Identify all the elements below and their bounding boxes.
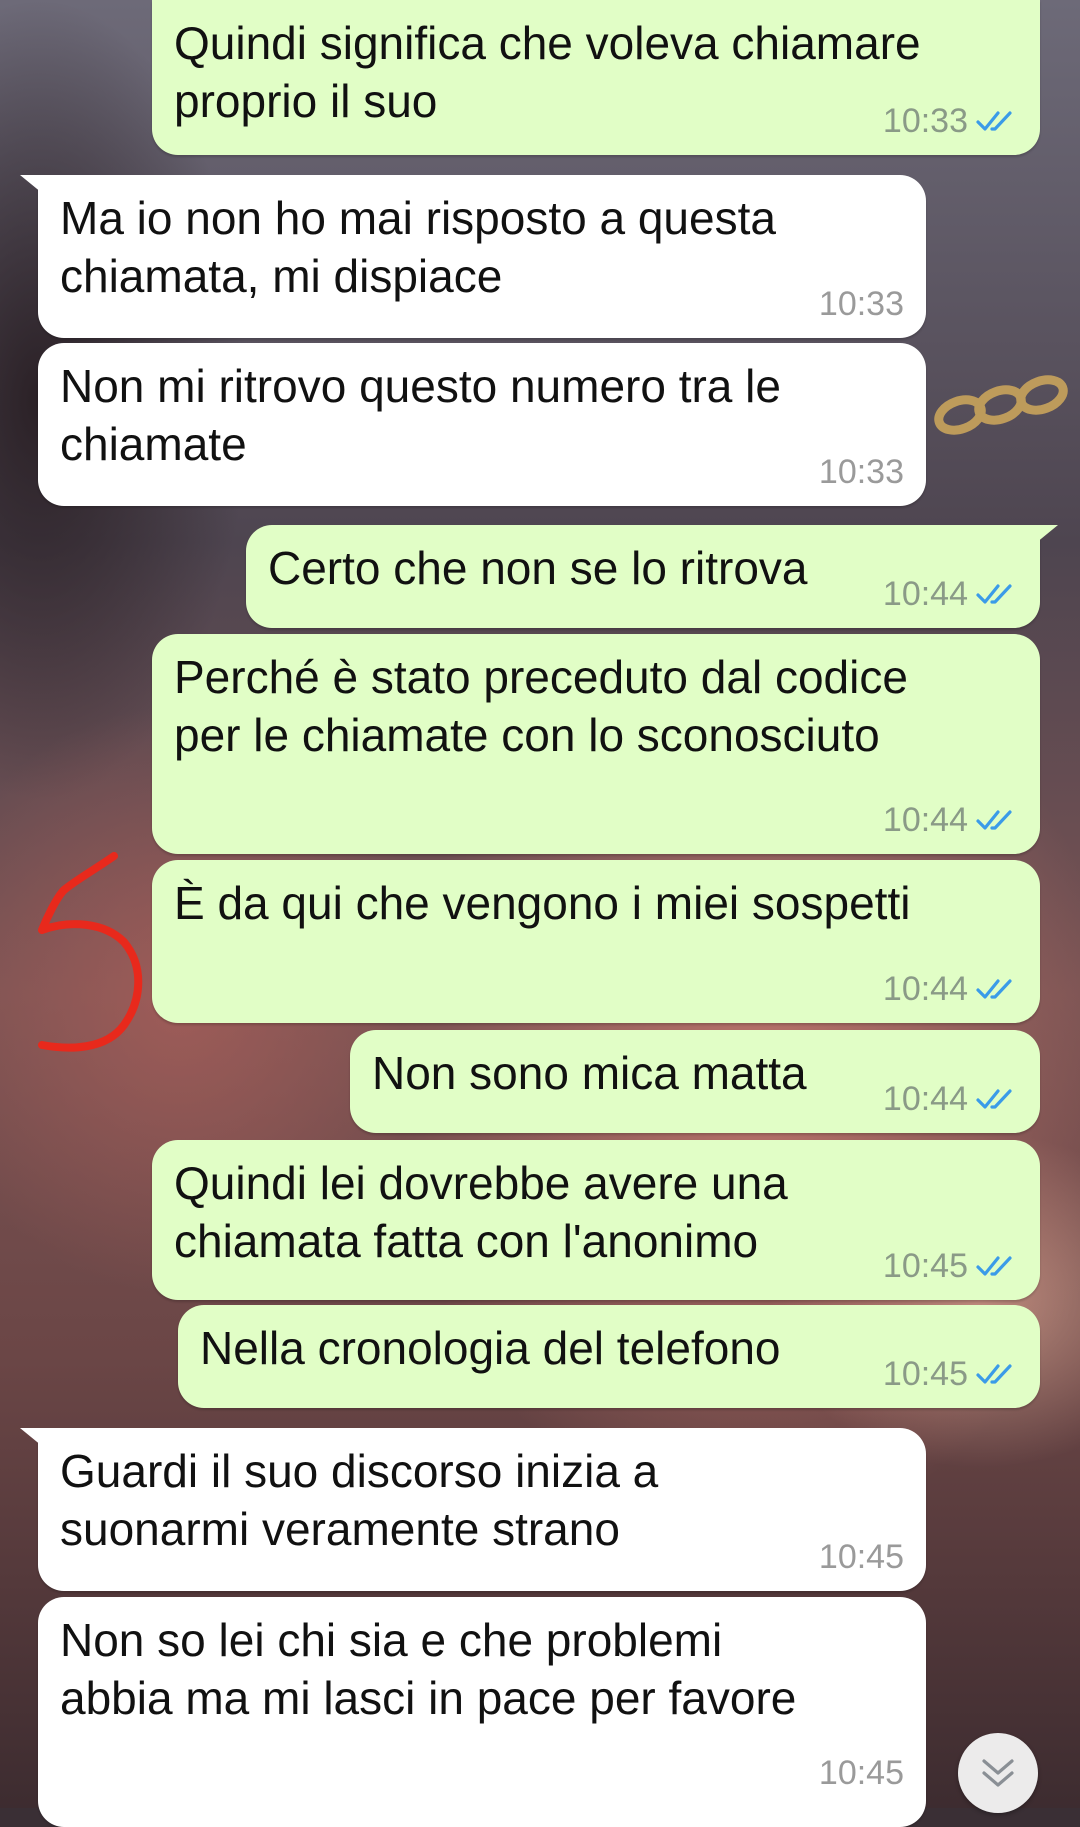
message-text: Non so lei chi sia e che problemi xyxy=(60,1614,723,1666)
message-bubble-outgoing[interactable]: Certo che non se lo ritrova 10:44 xyxy=(246,525,1058,628)
hand-drawn-5-annotation xyxy=(38,852,143,1052)
message-list[interactable]: Quindi significa che voleva chiamare pro… xyxy=(0,0,1080,1827)
message-bubble-outgoing[interactable]: Nella cronologia del telefono 10:45 xyxy=(178,1305,1040,1408)
double-check-read-icon xyxy=(976,979,1012,999)
double-check-read-icon xyxy=(976,1089,1012,1109)
double-check-read-icon xyxy=(976,1256,1012,1276)
message-meta: 10:44 xyxy=(883,802,1018,838)
message-bubble-outgoing[interactable]: Quindi significa che voleva chiamare pro… xyxy=(152,0,1040,155)
message-time: 10:45 xyxy=(818,1538,904,1576)
message-text: Non mi ritrovo questo numero tra le xyxy=(60,360,781,412)
message-text: Ma io non ho mai risposto a questa xyxy=(60,192,776,244)
message-time: 10:44 xyxy=(882,801,968,839)
message-time: 10:45 xyxy=(818,1754,904,1792)
message-time: 10:44 xyxy=(882,970,968,1008)
double-chevron-down-icon xyxy=(982,1759,1014,1787)
message-meta: 10:44 xyxy=(883,576,1018,612)
message-bubble-incoming[interactable]: Guardi il suo discorso inizia a suonarmi… xyxy=(20,1428,926,1591)
message-text: chiamata, mi dispiace xyxy=(60,250,503,302)
message-meta: 10:33 xyxy=(819,454,904,490)
double-check-read-icon xyxy=(976,810,1012,830)
message-meta: 10:45 xyxy=(883,1248,1018,1284)
message-text: Quindi lei dovrebbe avere una xyxy=(174,1157,788,1209)
message-bubble-outgoing[interactable]: Quindi lei dovrebbe avere una chiamata f… xyxy=(152,1140,1040,1300)
message-time: 10:33 xyxy=(882,102,968,140)
message-text: È da qui che vengono i miei sospetti xyxy=(174,877,911,929)
message-text: suonarmi veramente strano xyxy=(60,1503,620,1555)
message-bubble-incoming[interactable]: Non mi ritrovo questo numero tra le chia… xyxy=(38,343,926,506)
message-bubble-outgoing[interactable]: È da qui che vengono i miei sospetti 10:… xyxy=(152,860,1040,1023)
double-check-read-icon xyxy=(976,1364,1012,1384)
message-meta: 10:33 xyxy=(883,103,1018,139)
message-text: Quindi significa che voleva chiamare xyxy=(174,17,921,69)
message-text: per le chiamate con lo sconosciuto xyxy=(174,709,880,761)
double-check-read-icon xyxy=(976,584,1012,604)
message-meta: 10:44 xyxy=(883,971,1018,1007)
message-time: 10:33 xyxy=(818,453,904,491)
message-bubble-outgoing[interactable]: Perché è stato preceduto dal codice per … xyxy=(152,634,1040,854)
scroll-to-bottom-button[interactable] xyxy=(958,1733,1038,1813)
message-time: 10:44 xyxy=(882,575,968,613)
message-text: Guardi il suo discorso inizia a xyxy=(60,1445,659,1497)
message-time: 10:33 xyxy=(818,285,904,323)
message-bubble-incoming[interactable]: Ma io non ho mai risposto a questa chiam… xyxy=(20,175,926,338)
message-meta: 10:45 xyxy=(883,1356,1018,1392)
message-time: 10:45 xyxy=(882,1247,968,1285)
message-text: chiamate xyxy=(60,418,247,470)
message-text: abbia ma mi lasci in pace per favore xyxy=(60,1672,797,1724)
message-bubble-incoming[interactable]: Non so lei chi sia e che problemi abbia … xyxy=(38,1597,926,1827)
message-time: 10:45 xyxy=(882,1355,968,1393)
message-meta: 10:45 xyxy=(819,1539,904,1575)
message-meta: 10:44 xyxy=(883,1081,1018,1117)
message-time: 10:44 xyxy=(882,1080,968,1118)
message-text: Perché è stato preceduto dal codice xyxy=(174,651,908,703)
double-check-read-icon xyxy=(976,111,1012,131)
message-meta: 10:45 xyxy=(819,1755,904,1791)
message-bubble-outgoing[interactable]: Non sono mica matta 10:44 xyxy=(350,1030,1040,1133)
message-meta: 10:33 xyxy=(819,286,904,322)
